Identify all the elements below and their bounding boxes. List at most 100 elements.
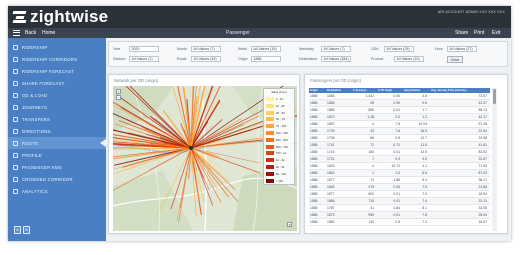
- table-scrollbar[interactable]: [492, 88, 497, 231]
- sidebar-item-ridership-corridors[interactable]: RIDERSHIP CORRIDORS: [8, 53, 106, 65]
- sidebar-item-ridership-forecast[interactable]: RIDERSHIP FORECAST: [8, 65, 106, 77]
- sidebar-item-profile[interactable]: PROFILE: [8, 149, 106, 161]
- table-row[interactable]: 1886 1877 600 0.01 7.5 18.54: [309, 190, 490, 198]
- legend-swatch: [266, 151, 274, 156]
- table-cell: 0.01: [377, 197, 403, 205]
- table-cell: 1886: [309, 204, 326, 212]
- table-row[interactable]: 1886 1897 4 7.8 10.04 97.26: [309, 120, 490, 128]
- filter-route-select[interactable]: All Values (49): [191, 56, 221, 62]
- clear-filters-button[interactable]: Clear: [447, 56, 463, 63]
- table-row[interactable]: 1886 1741 72 0.72 11.8 41.81: [309, 141, 490, 149]
- od-icon: [13, 92, 18, 98]
- filter-hour-select[interactable]: All Values (27): [447, 46, 477, 52]
- sidebar-item-share-forecast[interactable]: SHARE FORECAST: [8, 77, 106, 89]
- sidebar-item-directions[interactable]: DIRECTIONS: [8, 125, 106, 137]
- filter-destination-select[interactable]: All Values (384): [321, 56, 351, 62]
- table-cell: 1886: [309, 134, 326, 142]
- filter-od-select[interactable]: All Values (25): [384, 46, 414, 52]
- table-row[interactable]: 1886 1703 43 7.8 16.9 22.84: [309, 127, 490, 135]
- table-row[interactable]: 1886 1706 86 0.8 13.7 32.58: [309, 134, 490, 142]
- filter-label-division: Division: [113, 57, 126, 61]
- legend-swatch: [266, 158, 274, 163]
- sidebar-item-label: JOURNEYS: [22, 104, 48, 110]
- table-row[interactable]: 1886 1882 110 0.8 7.3 18.67: [309, 218, 490, 226]
- menu-icon[interactable]: [13, 30, 20, 36]
- filter-division-select[interactable]: All Values (1): [129, 56, 159, 62]
- filter-year-select[interactable]: 2020: [129, 46, 159, 52]
- sidebar-item-analytics[interactable]: ANALYTICS: [8, 185, 106, 197]
- table-row[interactable]: 1886 1877 74 1.88 8.3 38.17: [309, 176, 490, 184]
- table-cell: 42.37: [430, 99, 490, 107]
- home-button[interactable]: Home: [42, 29, 55, 37]
- table-row[interactable]: 1886 1787 31 1.84 8.1 33.05: [309, 204, 490, 212]
- table-row[interactable]: 1886 1870 1,48 0.0 1.2 42.17: [309, 113, 490, 121]
- sidebar: RIDERSHIP RIDERSHIP CORRIDORS RIDERSHIP …: [8, 38, 106, 241]
- footer-button-b[interactable]: B: [23, 226, 30, 234]
- zoom-out-button[interactable]: −: [116, 95, 121, 100]
- table-cell: 1.7: [403, 106, 430, 114]
- table-row[interactable]: 1886 1845 475 0.05 7.5 21.88: [309, 183, 490, 191]
- table-cell: 1703: [326, 127, 352, 135]
- user-info[interactable]: AIR ACCOUNT ADMIN XXX XXX XXX: [438, 10, 505, 14]
- forecast-icon: [13, 68, 18, 74]
- table-cell: 26: [352, 99, 377, 107]
- table-cell: 88.13: [430, 106, 490, 114]
- table-cell: 16.9: [403, 127, 430, 135]
- table-row[interactable]: 1886 1883 26 0.05 0.6 42.37: [309, 99, 490, 107]
- kms-icon: [13, 164, 18, 170]
- filter-label-hour: Hour: [435, 47, 443, 51]
- table-cell: 71.52: [430, 162, 490, 170]
- filter-origin-select[interactable]: 1886: [251, 56, 281, 62]
- table-row[interactable]: 1886 1862 1 1.5 8.6 87.03: [309, 169, 490, 177]
- top-bar: zightwise AIR ACCOUNT ADMIN XXX XXX XXX: [8, 6, 511, 28]
- sidebar-item-crowded-corridor[interactable]: CROWDED CORRIDOR: [8, 173, 106, 185]
- filter-label-weekday: Weekday: [299, 47, 314, 51]
- origin-marker[interactable]: [188, 145, 194, 151]
- sidebar-item-ridership[interactable]: RIDERSHIP: [8, 41, 106, 53]
- map-legend: Value (Sum) 1 - 10 10 - 25 25 - 50 50 - 75 7…: [263, 88, 295, 185]
- table-cell: 72: [352, 141, 377, 149]
- filter-label-origin: Origin: [238, 57, 248, 61]
- network-map[interactable]: Value (Sum) 1 - 10 10 - 25 25 - 50 50 - 75 7…: [113, 86, 297, 231]
- sidebar-item-journeys[interactable]: JOURNEYS: [8, 101, 106, 113]
- table-cell: 13.5: [403, 148, 430, 156]
- table-cell: 21.88: [430, 183, 490, 191]
- sidebar-item-transfers[interactable]: TRANSFERS: [8, 113, 106, 125]
- table-row[interactable]: 1886 1873 955 0.01 7.8 25.94: [309, 211, 490, 219]
- filter-week-select[interactable]: All Values (15): [251, 46, 281, 52]
- filter-product-select[interactable]: All Values (10): [394, 56, 424, 62]
- table-row[interactable]: 1886 1885 710 0.01 7.4 22.21: [309, 197, 490, 205]
- layers-icon[interactable]: ≡: [287, 222, 292, 227]
- table-cell: 18.54: [430, 190, 490, 198]
- table-cell: 1.88: [377, 176, 403, 184]
- table-cell: 42.17: [430, 113, 490, 121]
- brand-logo[interactable]: zightwise: [12, 8, 108, 26]
- share-button[interactable]: Share: [455, 29, 468, 37]
- table-cell: 1889: [326, 106, 352, 114]
- footer-button-a[interactable]: A: [14, 226, 21, 234]
- exit-button[interactable]: Exit: [492, 29, 500, 37]
- back-button[interactable]: Back: [25, 29, 36, 37]
- table-row[interactable]: 1886 1889 865 0.01 1.7 88.13: [309, 106, 490, 114]
- table-cell: 1,48: [352, 113, 377, 121]
- filter-label-week: Week: [238, 47, 248, 51]
- sidebar-item-od-load[interactable]: OD & LOAD: [8, 89, 106, 101]
- table-cell: 0.3: [377, 155, 403, 163]
- table-cell: 8.1: [403, 204, 430, 212]
- filter-weekday-select[interactable]: All Values (7): [321, 46, 351, 52]
- print-button[interactable]: Print: [474, 29, 484, 37]
- filter-month-select[interactable]: All Values (7): [191, 46, 221, 52]
- table-cell: 87.03: [430, 169, 490, 177]
- sidebar-item-route[interactable]: ROUTE: [8, 137, 106, 149]
- table-cell: 4: [352, 162, 377, 170]
- legend-swatch: [266, 103, 274, 108]
- legend-swatch: [266, 171, 274, 176]
- sidebar-item-passenger-kms[interactable]: PASSENGER KMS: [8, 161, 106, 173]
- table-cell: 0.01: [377, 148, 403, 156]
- zoom-in-button[interactable]: +: [116, 89, 121, 94]
- table-row[interactable]: 1886 1715 185 0.01 13.5 83.92: [309, 148, 490, 156]
- table-row[interactable]: 1886 1843 4 10.72 4.1 71.52: [309, 162, 490, 170]
- scrollbar-thumb[interactable]: [493, 89, 496, 104]
- filter-label-od: OD#: [371, 47, 379, 51]
- table-row[interactable]: 1886 1721 7 0.3 9.0 22.67: [309, 155, 490, 163]
